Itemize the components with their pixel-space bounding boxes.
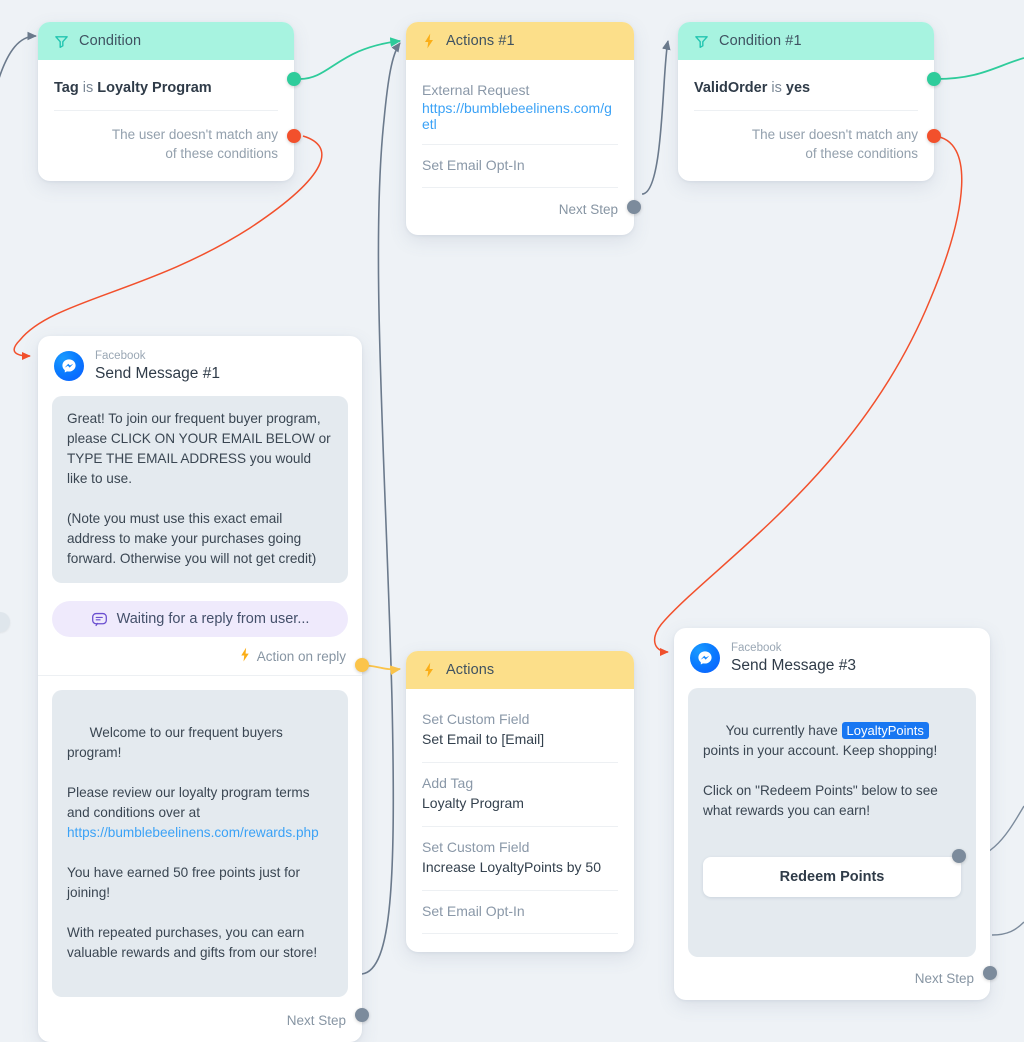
- action-row-value: Loyalty Program: [422, 795, 524, 811]
- node-condition-body: Tag is Loyalty Program The user doesn't …: [38, 60, 294, 181]
- channel-label: Facebook: [731, 642, 782, 654]
- message-bubble-2-link[interactable]: https://bumblebeelinens.com/rewards.php: [67, 825, 319, 840]
- node-condition[interactable]: Condition Tag is Loyalty Program The use…: [38, 22, 301, 181]
- node-actions-1[interactable]: Actions #1 External Request https://bumb…: [406, 22, 641, 235]
- node-condition-header: Condition: [38, 22, 294, 60]
- node-actions-2[interactable]: Actions Set Custom Field Set Email to [E…: [406, 651, 634, 952]
- no-match-line-1: The user doesn't match any: [111, 127, 278, 142]
- node-actions-1-title: Actions #1: [446, 33, 515, 49]
- edge-condition1-false-to-message3: [654, 135, 963, 657]
- message-bubble-2[interactable]: Welcome to our frequent buyers program! …: [52, 690, 348, 998]
- condition-value: yes: [785, 80, 811, 96]
- edge-message1-to-actions1: [361, 42, 401, 975]
- node-title: Send Message #1: [95, 364, 220, 382]
- port-condition-1-true[interactable]: [927, 72, 941, 86]
- action-row-label: Set Custom Field: [422, 839, 530, 855]
- node-send-message-1-titles: Facebook Send Message #1: [95, 350, 220, 382]
- lightning-icon: [422, 662, 436, 678]
- action-row[interactable]: External Request https://bumblebeelinens…: [422, 70, 618, 145]
- messenger-icon: [690, 643, 720, 674]
- node-title: Send Message #3: [731, 656, 856, 674]
- condition-expression[interactable]: Tag is Loyalty Program: [54, 70, 278, 111]
- port-condition-1-false[interactable]: [927, 129, 941, 143]
- message-bubble-1[interactable]: Great! To join our frequent buyer progra…: [52, 396, 348, 584]
- action-on-reply-label: Action on reply: [256, 648, 346, 664]
- node-actions-2-header: Actions: [406, 651, 634, 689]
- action-row-label: Set Email Opt-In: [422, 903, 525, 919]
- chat-bubble-icon: [91, 611, 108, 628]
- action-row[interactable]: Add Tag Loyalty Program: [422, 763, 618, 827]
- action-row[interactable]: Set Custom Field Set Email to [Email]: [422, 699, 618, 763]
- port-action-on-reply[interactable]: [355, 658, 369, 672]
- offscreen-node-stub: [0, 612, 10, 632]
- condition-operator: is: [771, 80, 782, 96]
- lightning-icon: [422, 33, 436, 49]
- condition-no-match-label: The user doesn't match any of these cond…: [694, 111, 918, 169]
- port-send-message-1-next[interactable]: [355, 1008, 369, 1023]
- edge-incoming-condition: [0, 31, 37, 79]
- action-row-label: Set Custom Field: [422, 711, 530, 727]
- node-actions-1-header: Actions #1: [406, 22, 634, 60]
- node-actions-2-body: Set Custom Field Set Email to [Email] Ad…: [406, 689, 634, 952]
- condition-key: ValidOrder: [694, 80, 768, 96]
- node-send-message-3-titles: Facebook Send Message #3: [731, 642, 856, 674]
- port-condition-true[interactable]: [287, 72, 301, 86]
- condition-expression[interactable]: ValidOrder is yes: [694, 70, 918, 111]
- node-condition-1-title: Condition #1: [719, 33, 802, 49]
- message-bubble-3-text-1: You currently have: [725, 723, 842, 739]
- action-row-link[interactable]: https://bumblebeelinens.com/getl: [422, 100, 618, 132]
- channel-label: Facebook: [95, 350, 146, 362]
- action-row[interactable]: Set Email Opt-In: [422, 891, 618, 934]
- node-send-message-3[interactable]: Facebook Send Message #3 You currently h…: [674, 628, 997, 1001]
- no-match-line-2: of these conditions: [805, 146, 918, 161]
- edge-actions1-to-condition1: [641, 40, 671, 195]
- action-row-value: Set Email to [Email]: [422, 731, 545, 747]
- lightning-icon: [239, 647, 251, 665]
- port-condition-false[interactable]: [287, 129, 301, 143]
- node-condition-1-body: ValidOrder is yes The user doesn't match…: [678, 60, 934, 181]
- filter-icon: [54, 34, 69, 49]
- loyalty-points-token[interactable]: LoyaltyPoints: [841, 722, 929, 740]
- node-condition-1[interactable]: Condition #1 ValidOrder is yes The user …: [678, 22, 941, 181]
- node-send-message-3-next-step: Next Step: [914, 971, 974, 987]
- message-bubble-3[interactable]: You currently have LoyaltyPoints points …: [688, 688, 976, 958]
- node-send-message-1-next-step: Next Step: [286, 1013, 346, 1029]
- messenger-icon: [54, 351, 84, 382]
- message-bubble-2-text-2: You have earned 50 free points just for …: [67, 865, 318, 961]
- node-send-message-3-header: Facebook Send Message #3: [674, 628, 990, 682]
- action-row-label: Add Tag: [422, 775, 474, 791]
- node-actions-1-body: External Request https://bumblebeelinens…: [406, 60, 634, 235]
- edge-condition-true-to-actions1: [299, 37, 402, 80]
- action-row[interactable]: Set Email Opt-In: [422, 145, 618, 188]
- waiting-for-reply-pill[interactable]: Waiting for a reply from user...: [52, 601, 348, 638]
- action-on-reply-row[interactable]: Action on reply: [38, 637, 362, 677]
- action-row-label: External Request: [422, 82, 530, 98]
- port-actions-1-next[interactable]: [627, 200, 641, 214]
- edge-condition1-true-out: [935, 57, 1024, 80]
- no-match-line-1: The user doesn't match any: [751, 127, 918, 142]
- no-match-line-2: of these conditions: [165, 146, 278, 161]
- filter-icon: [694, 34, 709, 49]
- action-row-value: Increase LoyaltyPoints by 50: [422, 859, 601, 875]
- port-send-message-3-next[interactable]: [983, 966, 997, 981]
- node-send-message-1[interactable]: Facebook Send Message #1 Great! To join …: [38, 336, 369, 1042]
- node-send-message-1-header: Facebook Send Message #1: [38, 336, 362, 390]
- condition-value: Loyalty Program: [97, 80, 212, 96]
- condition-no-match-label: The user doesn't match any of these cond…: [54, 111, 278, 169]
- edge-message3-next-out: [991, 921, 1024, 936]
- waiting-for-reply-label: Waiting for a reply from user...: [116, 611, 310, 628]
- node-actions-1-next-step: Next Step: [558, 202, 618, 217]
- node-condition-1-header: Condition #1: [678, 22, 934, 60]
- condition-operator: is: [82, 80, 94, 96]
- flow-canvas[interactable]: Condition Tag is Loyalty Program The use…: [0, 0, 1024, 1042]
- message-bubble-2-text-1: Welcome to our frequent buyers program! …: [67, 725, 310, 821]
- node-actions-2-title: Actions: [446, 662, 495, 678]
- action-row-label: Set Email Opt-In: [422, 157, 525, 173]
- redeem-points-button[interactable]: Redeem Points: [703, 857, 961, 898]
- action-row[interactable]: Set Custom Field Increase LoyaltyPoints …: [422, 827, 618, 891]
- node-condition-title: Condition: [79, 33, 142, 49]
- condition-key: Tag: [54, 80, 79, 96]
